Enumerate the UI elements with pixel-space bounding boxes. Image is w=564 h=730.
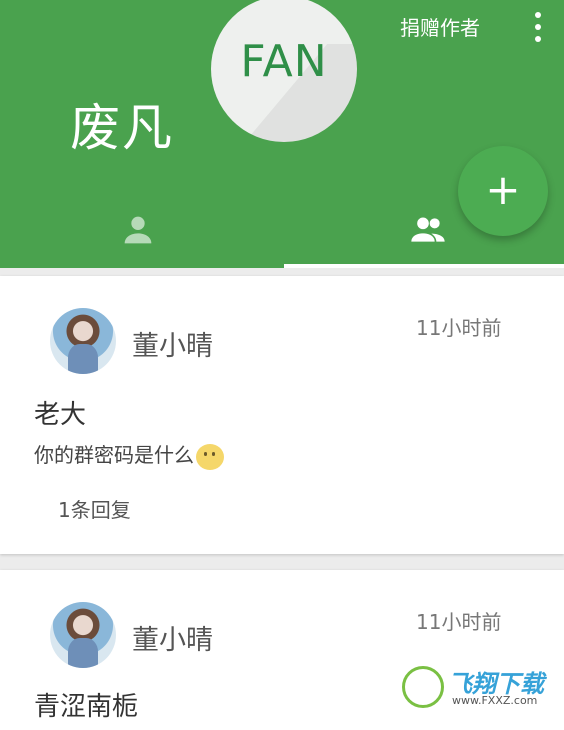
tab-indicator [284,264,564,268]
confused-face-icon [196,443,224,470]
tab-personal[interactable] [0,196,282,268]
group-icon [411,217,445,242]
author-name: 董小晴 [132,331,213,362]
post-title: 青涩南栀 [34,692,139,722]
post-time: 11小时前 [416,316,502,340]
avatar[interactable] [50,602,116,668]
post-card[interactable]: 董小晴 11小时前 老大 你的群密码是什么 1条回复 [0,276,564,554]
add-post-button[interactable]: + [458,146,548,236]
more-options-icon[interactable] [525,10,553,44]
app-title: 废凡 [70,99,174,157]
watermark-logo-icon [402,666,444,708]
avatar[interactable] [50,308,116,374]
person-icon [124,216,152,244]
post-time: 11小时前 [416,610,502,634]
logo-text: FAN [240,36,328,87]
site-watermark: 飞翔下载 www.FXXZ.com [396,660,556,716]
post-body-text: 你的群密码是什么 [34,443,194,467]
watermark-url: www.FXXZ.com [452,694,538,707]
reply-count[interactable]: 1条回复 [58,494,131,523]
app-bar: 废凡 FAN 捐赠作者 + [0,0,564,268]
post-body: 你的群密码是什么 [34,439,224,470]
donate-button[interactable]: 捐赠作者 [400,12,480,41]
post-title: 老大 [34,400,87,430]
author-name: 董小晴 [132,625,213,656]
fan-logo[interactable]: FAN [211,0,357,142]
